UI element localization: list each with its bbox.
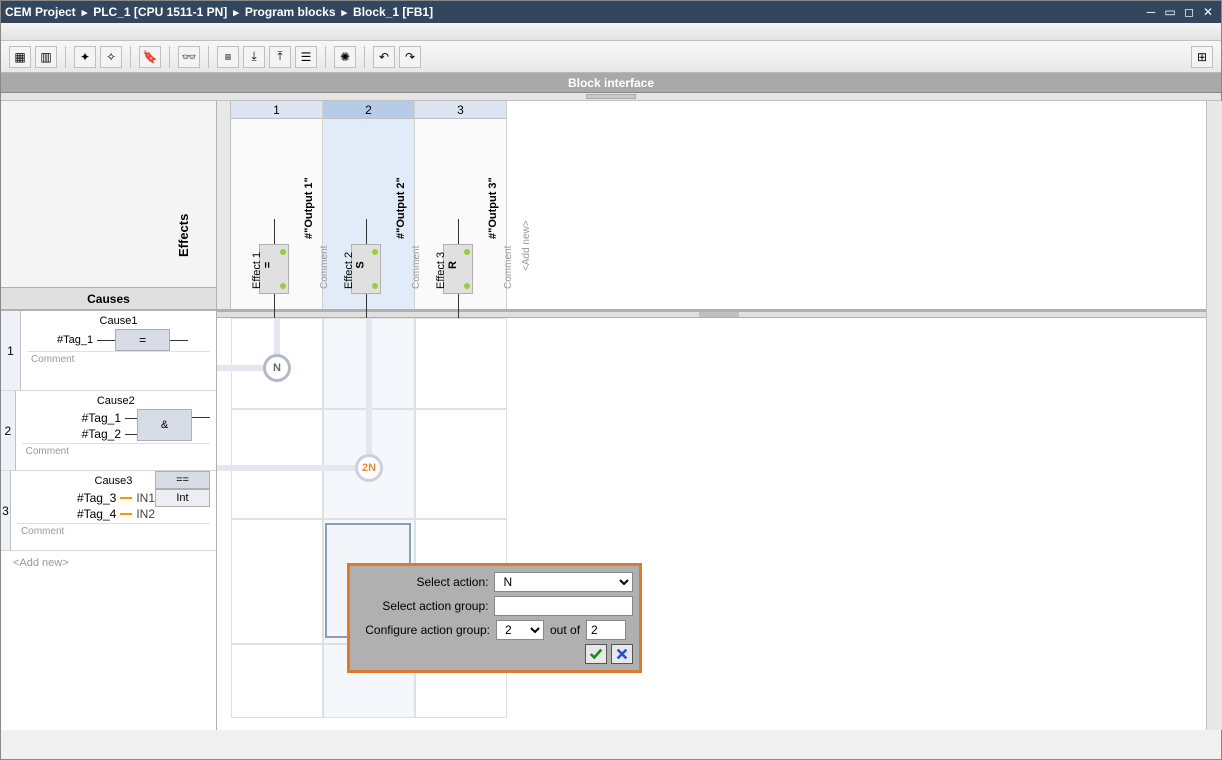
select-group-dropdown[interactable]: 2 out of 2 xyxy=(494,596,633,616)
tag-name: #Tag_2 xyxy=(82,427,121,441)
effects-heading: Effects xyxy=(176,214,191,257)
add-new-cause[interactable]: <Add new> xyxy=(1,551,216,575)
effect-name: Effect 1 xyxy=(251,252,263,289)
select-action-dropdown[interactable]: N xyxy=(494,572,633,592)
effect-column[interactable]: 1 #"Output 1" = Effect 1 Comment xyxy=(231,101,323,309)
configure-a-dropdown[interactable]: 2 xyxy=(496,620,544,640)
op-equals: = xyxy=(115,329,170,351)
effect-column[interactable]: 3 #"Output 3" R Effect 3 Comment xyxy=(415,101,507,309)
tool-undo-icon[interactable]: ↶ xyxy=(373,46,395,68)
causes-heading: Causes xyxy=(1,287,216,309)
pin-label: IN2 xyxy=(136,507,155,521)
breadcrumb: CEM Project ▸ PLC_1 [CPU 1511-1 PN] ▸ Pr… xyxy=(5,5,433,19)
block-interface-header[interactable]: Block interface xyxy=(1,73,1221,93)
minimize-button[interactable]: ─ xyxy=(1142,3,1160,21)
cause-number: 3 xyxy=(1,471,11,550)
effect-name: Effect 2 xyxy=(343,252,355,289)
output-tag: #"Output 1" xyxy=(303,177,315,239)
close-button[interactable]: ✕ xyxy=(1199,3,1217,21)
cancel-button[interactable] xyxy=(611,644,633,664)
cause-number: 1 xyxy=(1,311,21,390)
cause-comment[interactable]: Comment xyxy=(22,443,210,459)
select-group-label: Select action group: xyxy=(356,599,494,613)
effect-name: Effect 3 xyxy=(435,252,447,289)
tool-redo-icon[interactable]: ↷ xyxy=(399,46,421,68)
tool-sparkle-icon[interactable]: ✦ xyxy=(74,46,96,68)
tool-star-icon[interactable]: ✺ xyxy=(334,46,356,68)
gutter xyxy=(217,101,231,309)
out-of-label: out of xyxy=(550,623,580,637)
effect-block xyxy=(351,244,381,294)
vertical-scrollbar[interactable] xyxy=(1206,101,1222,730)
tag-name: #Tag_1 xyxy=(57,334,93,346)
chevron-right-icon: ▸ xyxy=(82,6,88,19)
output-tag: #"Output 2" xyxy=(395,177,407,239)
output-tag: #"Output 3" xyxy=(487,177,499,239)
configure-b-input[interactable] xyxy=(586,620,626,640)
op-and: & xyxy=(137,409,192,441)
tool-tag-icon[interactable]: 🔖 xyxy=(139,46,161,68)
cause-title: Cause1 xyxy=(27,315,210,327)
tool-grid-icon[interactable]: ⊞ xyxy=(1191,46,1213,68)
configure-group-label: Configure action group: xyxy=(356,623,496,637)
tool-spark2-icon[interactable]: ✧ xyxy=(100,46,122,68)
effect-block xyxy=(443,244,473,294)
chevron-right-icon: ▸ xyxy=(233,6,239,19)
toolbar: ▦ ▥ ✦ ✧ 🔖 👓 ≡ ⤓ ⤒ ☰ ✺ ↶ ↷ ⊞ xyxy=(1,41,1221,73)
effects-row: 1 #"Output 1" = Effect 1 Comment 2 #"Out… xyxy=(217,101,1221,311)
cause-row[interactable]: 3 Cause3 #Tag_3IN1 #Tag_4IN2 == Int Comm… xyxy=(1,471,216,551)
tool-list-icon[interactable]: ≡ xyxy=(217,46,239,68)
matrix-splitter[interactable] xyxy=(217,311,1221,318)
tag-name: #Tag_4 xyxy=(77,507,116,521)
upper-edge-bar xyxy=(1,23,1221,41)
corner-box: Effects Causes xyxy=(1,101,216,311)
restore-button[interactable]: ▭ xyxy=(1161,3,1179,21)
crumb-plc[interactable]: PLC_1 [CPU 1511-1 PN] xyxy=(93,5,227,19)
cause-comment[interactable]: Comment xyxy=(27,351,210,367)
cause-comment[interactable]: Comment xyxy=(17,523,210,539)
tool-glasses-icon[interactable]: 👓 xyxy=(178,46,200,68)
tool-list2-icon[interactable]: ☰ xyxy=(295,46,317,68)
matrix: N 2N Select action: N Select action grou… xyxy=(217,318,1221,730)
tool-upload-icon[interactable]: ⤒ xyxy=(269,46,291,68)
effect-column[interactable]: 2 #"Output 2" S Effect 2 Comment xyxy=(323,101,415,309)
crumb-folder[interactable]: Program blocks xyxy=(245,5,336,19)
matrix-node[interactable]: N xyxy=(263,354,291,382)
select-action-label: Select action: xyxy=(356,575,494,589)
add-new-effect[interactable]: <Add new> xyxy=(507,101,527,309)
effect-block xyxy=(259,244,289,294)
op-type: Int xyxy=(155,489,210,507)
tool-tile2-icon[interactable]: ▥ xyxy=(35,46,57,68)
confirm-button[interactable] xyxy=(585,644,607,664)
causes-list: 1 Cause1 #Tag_1 = Comment 2 Cause2 xyxy=(1,311,216,730)
cause-row[interactable]: 2 Cause2 #Tag_1 #Tag_2 & Comment xyxy=(1,391,216,471)
cause-title: Cause2 xyxy=(22,395,210,407)
effect-op: S xyxy=(355,261,367,268)
tool-download-icon[interactable]: ⤓ xyxy=(243,46,265,68)
pin-label: IN1 xyxy=(136,491,155,505)
tag-name: #Tag_1 xyxy=(82,411,121,425)
action-popup: Select action: N Select action group: 2 … xyxy=(347,563,642,673)
effect-number: 1 xyxy=(231,101,322,119)
title-bar: CEM Project ▸ PLC_1 [CPU 1511-1 PN] ▸ Pr… xyxy=(1,1,1221,23)
cause-number: 2 xyxy=(1,391,16,470)
effect-number: 3 xyxy=(415,101,506,119)
op-compare: == xyxy=(155,471,210,489)
tag-name: #Tag_3 xyxy=(77,491,116,505)
effect-op: = xyxy=(262,262,274,268)
window-controls: ─ ▭ ◻ ✕ xyxy=(1142,3,1217,21)
tool-tile1-icon[interactable]: ▦ xyxy=(9,46,31,68)
effect-number: 2 xyxy=(323,101,414,119)
crumb-project[interactable]: CEM Project xyxy=(5,5,76,19)
effect-op: R xyxy=(447,261,459,269)
chevron-right-icon: ▸ xyxy=(342,6,348,19)
cause-row[interactable]: 1 Cause1 #Tag_1 = Comment xyxy=(1,311,216,391)
interface-splitter[interactable] xyxy=(1,93,1221,101)
matrix-node[interactable]: 2N xyxy=(355,454,383,482)
maximize-button[interactable]: ◻ xyxy=(1180,3,1198,21)
crumb-block[interactable]: Block_1 [FB1] xyxy=(353,5,433,19)
